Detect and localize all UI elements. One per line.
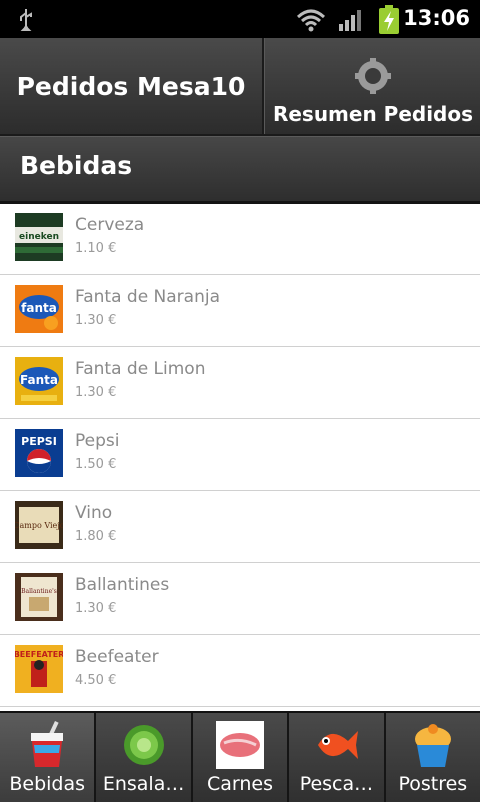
tab-label: Ensala… (102, 773, 185, 795)
list-item[interactable]: Ballantine's Ballantines 1.30 € (0, 563, 480, 635)
page-title: Pedidos Mesa10 (0, 38, 264, 134)
tab-carnes[interactable]: Carnes (192, 713, 290, 802)
tab-label: Postres (398, 773, 468, 795)
tab-label: Bebidas (9, 773, 86, 795)
category-header: Bebidas (0, 136, 480, 204)
fanta-lemon-icon: Fanta (15, 357, 63, 405)
status-bar: 13:06 (0, 0, 480, 38)
lettuce-icon (118, 719, 170, 771)
fanta-orange-icon: fanta (15, 285, 63, 333)
ballantines-box-icon: Ballantine's (15, 573, 63, 621)
wifi-icon (296, 8, 326, 36)
tab-label: Pesca… (299, 773, 374, 795)
item-name: Pepsi (75, 431, 120, 451)
item-price: 1.50 € (75, 457, 117, 472)
svg-text:Fanta: Fanta (20, 373, 58, 387)
item-name: Cerveza (75, 215, 145, 235)
svg-text:Ballantine's: Ballantine's (21, 588, 57, 595)
battery-charging-icon (378, 5, 400, 39)
category-tab-bar: Bebidas Ensala… Carnes Pesca… Postres (0, 711, 480, 802)
signal-icon (338, 8, 364, 36)
list-item[interactable]: eineken Cerveza 1.10 € (0, 203, 480, 275)
list-item[interactable]: Campo Viejo Vino 1.80 € (0, 491, 480, 563)
item-price: 1.30 € (75, 385, 117, 400)
list-item[interactable]: Fanta Fanta de Limon 1.30 € (0, 347, 480, 419)
item-price: 1.80 € (75, 529, 117, 544)
item-price: 1.30 € (75, 313, 117, 328)
pepsi-icon: PEPSI (15, 429, 63, 477)
status-time: 13:06 (403, 6, 470, 30)
cupcake-icon (407, 719, 459, 771)
item-name: Fanta de Naranja (75, 287, 221, 307)
item-name: Beefeater (75, 647, 159, 667)
item-name: Vino (75, 503, 113, 523)
heineken-bottle-icon: eineken (15, 213, 63, 261)
svg-text:BEEFEATER: BEEFEATER (15, 650, 63, 659)
svg-text:eineken: eineken (19, 232, 59, 242)
usb-icon (16, 7, 36, 35)
gear-icon (353, 56, 393, 100)
product-list[interactable]: eineken Cerveza 1.10 € fanta Fanta de Na… (0, 203, 480, 711)
list-item[interactable]: BEEFEATER Beefeater 4.50 € (0, 635, 480, 707)
item-name: Fanta de Limon (75, 359, 206, 379)
tab-ensaladas[interactable]: Ensala… (96, 713, 193, 802)
item-price: 1.30 € (75, 601, 117, 616)
action-bar: Pedidos Mesa10 Resumen Pedidos (0, 38, 480, 136)
tab-pescados[interactable]: Pesca… (289, 713, 386, 802)
wine-label-icon: Campo Viejo (13, 501, 65, 549)
svg-text:fanta: fanta (21, 301, 57, 315)
tab-label: Carnes (207, 773, 274, 795)
fish-icon (310, 719, 362, 771)
tab-postres[interactable]: Postres (385, 713, 480, 802)
beefeater-bottle-icon: BEEFEATER (14, 645, 64, 693)
category-title: Bebidas (20, 151, 133, 180)
item-price: 4.50 € (75, 673, 117, 688)
steak-icon (214, 719, 266, 771)
tab-bebidas[interactable]: Bebidas (0, 713, 97, 802)
svg-text:Campo Viejo: Campo Viejo (15, 521, 63, 530)
svg-text:PEPSI: PEPSI (21, 435, 57, 448)
list-item[interactable]: fanta Fanta de Naranja 1.30 € (0, 275, 480, 347)
drink-cup-icon (21, 719, 73, 771)
item-name: Ballantines (75, 575, 170, 595)
item-price: 1.10 € (75, 241, 117, 256)
list-item[interactable]: PEPSI Pepsi 1.50 € (0, 419, 480, 491)
resumen-pedidos-button[interactable]: Resumen Pedidos (264, 38, 480, 134)
resumen-pedidos-label: Resumen Pedidos (272, 102, 474, 126)
